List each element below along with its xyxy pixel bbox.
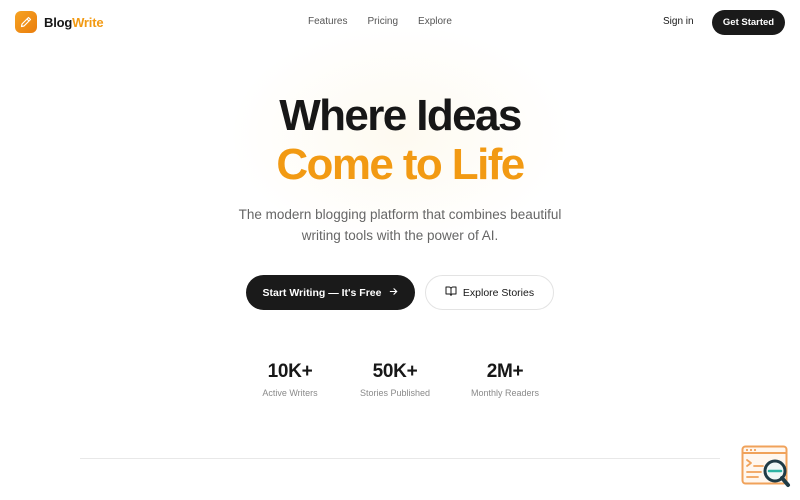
explore-stories-button[interactable]: Explore Stories — [425, 275, 554, 310]
search-document-icon[interactable] — [741, 444, 791, 490]
landing-page: BlogWrite Features Pricing Explore Sign … — [0, 0, 800, 500]
start-writing-button[interactable]: Start Writing — It's Free — [246, 275, 415, 310]
book-open-icon — [445, 285, 457, 300]
pencil-icon — [15, 11, 37, 33]
hero-subtitle-line2: writing tools with the power of AI. — [301, 228, 499, 243]
nav-link-explore[interactable]: Explore — [418, 16, 452, 27]
top-navbar: BlogWrite Features Pricing Explore Sign … — [0, 0, 800, 44]
stat-value: 10K+ — [267, 361, 313, 382]
stat-label: Active Writers — [262, 388, 318, 398]
nav-links: Features Pricing Explore — [308, 16, 452, 27]
stat-value: 2M+ — [486, 361, 524, 382]
nav-link-features[interactable]: Features — [308, 16, 347, 27]
stat-active-writers: 10K+ Active Writers — [235, 361, 345, 398]
hero-subtitle: The modern blogging platform that combin… — [200, 204, 600, 246]
stat-monthly-readers: 2M+ Monthly Readers — [450, 361, 560, 398]
nav-link-pricing[interactable]: Pricing — [367, 16, 398, 27]
stat-label: Monthly Readers — [470, 388, 540, 398]
brand-name: BlogWrite — [44, 14, 104, 30]
explore-stories-label: Explore Stories — [462, 286, 535, 299]
hero-title: Where Ideas — [279, 91, 522, 140]
stat-value: 50K+ — [372, 361, 418, 382]
stat-label: Stories Published — [359, 388, 431, 398]
section-divider — [80, 458, 720, 459]
get-started-button[interactable]: Get Started — [712, 10, 785, 35]
arrow-right-icon — [388, 286, 399, 300]
sign-in-link[interactable]: Sign in — [663, 16, 694, 27]
start-writing-label: Start Writing — It's Free — [262, 286, 382, 299]
hero-subtitle-line1: The modern blogging platform that combin… — [238, 207, 562, 222]
stat-stories-published: 50K+ Stories Published — [340, 361, 450, 398]
brand-logo[interactable]: BlogWrite — [15, 11, 104, 33]
hero-title-accent: Come to Life — [276, 140, 525, 189]
